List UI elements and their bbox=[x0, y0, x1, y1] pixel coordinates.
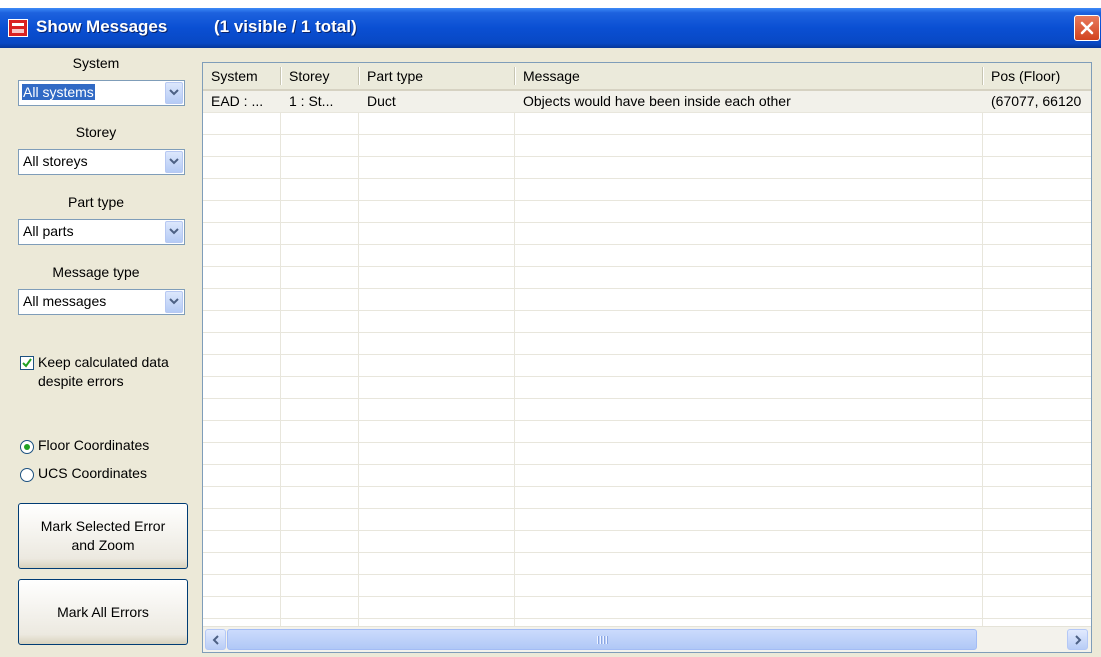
close-button[interactable] bbox=[1074, 15, 1100, 41]
message-type-dropdown[interactable]: All messages bbox=[18, 289, 185, 315]
ucs-coordinates-label[interactable]: UCS Coordinates bbox=[38, 465, 147, 481]
messages-table[interactable]: System Storey Part type Message Pos (Flo… bbox=[202, 62, 1092, 653]
part-type-value: All parts bbox=[23, 223, 74, 239]
title-bar[interactable]: Show Messages (1 visible / 1 total) bbox=[0, 8, 1101, 48]
part-type-dropdown-button[interactable] bbox=[165, 221, 183, 243]
part-type-dropdown[interactable]: All parts bbox=[18, 219, 185, 245]
storey-dropdown[interactable]: All storeys bbox=[18, 149, 185, 175]
column-header-system[interactable]: System bbox=[203, 63, 281, 89]
chevron-down-icon bbox=[169, 228, 179, 235]
table-row[interactable]: EAD : ... 1 : St... Duct Objects would h… bbox=[203, 91, 1091, 112]
scroll-left-button[interactable] bbox=[205, 629, 226, 650]
table-header: System Storey Part type Message Pos (Flo… bbox=[203, 63, 1091, 91]
mark-all-errors-button[interactable]: Mark All Errors bbox=[18, 579, 188, 645]
checkmark-icon bbox=[22, 358, 32, 368]
grid-line bbox=[982, 91, 983, 626]
system-dropdown[interactable]: All systems bbox=[18, 80, 185, 106]
radio-selected-dot bbox=[24, 444, 30, 450]
filter-panel: System All systems Storey All storeys Pa… bbox=[8, 48, 193, 657]
scrollbar-thumb[interactable] bbox=[227, 629, 977, 650]
chevron-down-icon bbox=[169, 89, 179, 96]
cell-message: Objects would have been inside each othe… bbox=[523, 93, 791, 109]
cell-system: EAD : ... bbox=[211, 93, 264, 109]
table-body bbox=[203, 91, 1091, 626]
message-count: (1 visible / 1 total) bbox=[214, 17, 357, 36]
show-messages-window: Show Messages (1 visible / 1 total) Syst… bbox=[0, 8, 1101, 657]
grid-line bbox=[280, 91, 281, 626]
grid-line bbox=[358, 91, 359, 626]
part-type-label: Part type bbox=[67, 194, 125, 210]
storey-dropdown-button[interactable] bbox=[165, 151, 183, 173]
mark-selected-error-button[interactable]: Mark Selected Error and Zoom bbox=[18, 503, 188, 569]
message-type-dropdown-button[interactable] bbox=[165, 291, 183, 313]
mark-all-errors-label: Mark All Errors bbox=[57, 603, 149, 620]
column-header-storey[interactable]: Storey bbox=[281, 63, 359, 89]
close-icon bbox=[1080, 21, 1094, 35]
column-header-part-type[interactable]: Part type bbox=[359, 63, 514, 89]
system-dropdown-button[interactable] bbox=[165, 82, 183, 104]
floor-coordinates-radio[interactable] bbox=[20, 440, 34, 454]
grid-line bbox=[514, 91, 515, 626]
app-icon[interactable] bbox=[8, 19, 28, 37]
chevron-down-icon bbox=[169, 158, 179, 165]
storey-label: Storey bbox=[75, 124, 117, 140]
mark-selected-error-label: Mark Selected Error and Zoom bbox=[40, 518, 166, 553]
system-value: All systems bbox=[22, 84, 95, 100]
keep-calculated-checkbox[interactable] bbox=[20, 356, 34, 370]
floor-coordinates-label[interactable]: Floor Coordinates bbox=[38, 437, 149, 453]
scroll-right-button[interactable] bbox=[1067, 629, 1088, 650]
chevron-left-icon bbox=[212, 635, 219, 645]
cell-part-type: Duct bbox=[367, 93, 396, 109]
column-header-message[interactable]: Message bbox=[515, 63, 983, 89]
window-title: Show Messages bbox=[36, 17, 168, 36]
message-type-value: All messages bbox=[23, 293, 107, 309]
storey-value: All storeys bbox=[23, 153, 88, 169]
column-header-pos-floor[interactable]: Pos (Floor) bbox=[983, 63, 1091, 89]
cell-pos-floor: (67077, 66120 bbox=[991, 93, 1082, 109]
keep-calculated-label[interactable]: Keep calculated data despite errors bbox=[38, 353, 188, 391]
grip-icon bbox=[597, 636, 609, 644]
cell-storey: 1 : St... bbox=[289, 93, 334, 109]
message-type-label: Message type bbox=[52, 264, 140, 280]
system-label: System bbox=[72, 55, 120, 71]
ucs-coordinates-radio[interactable] bbox=[20, 468, 34, 482]
chevron-down-icon bbox=[169, 298, 179, 305]
horizontal-scrollbar[interactable] bbox=[203, 626, 1091, 652]
chevron-right-icon bbox=[1075, 635, 1082, 645]
